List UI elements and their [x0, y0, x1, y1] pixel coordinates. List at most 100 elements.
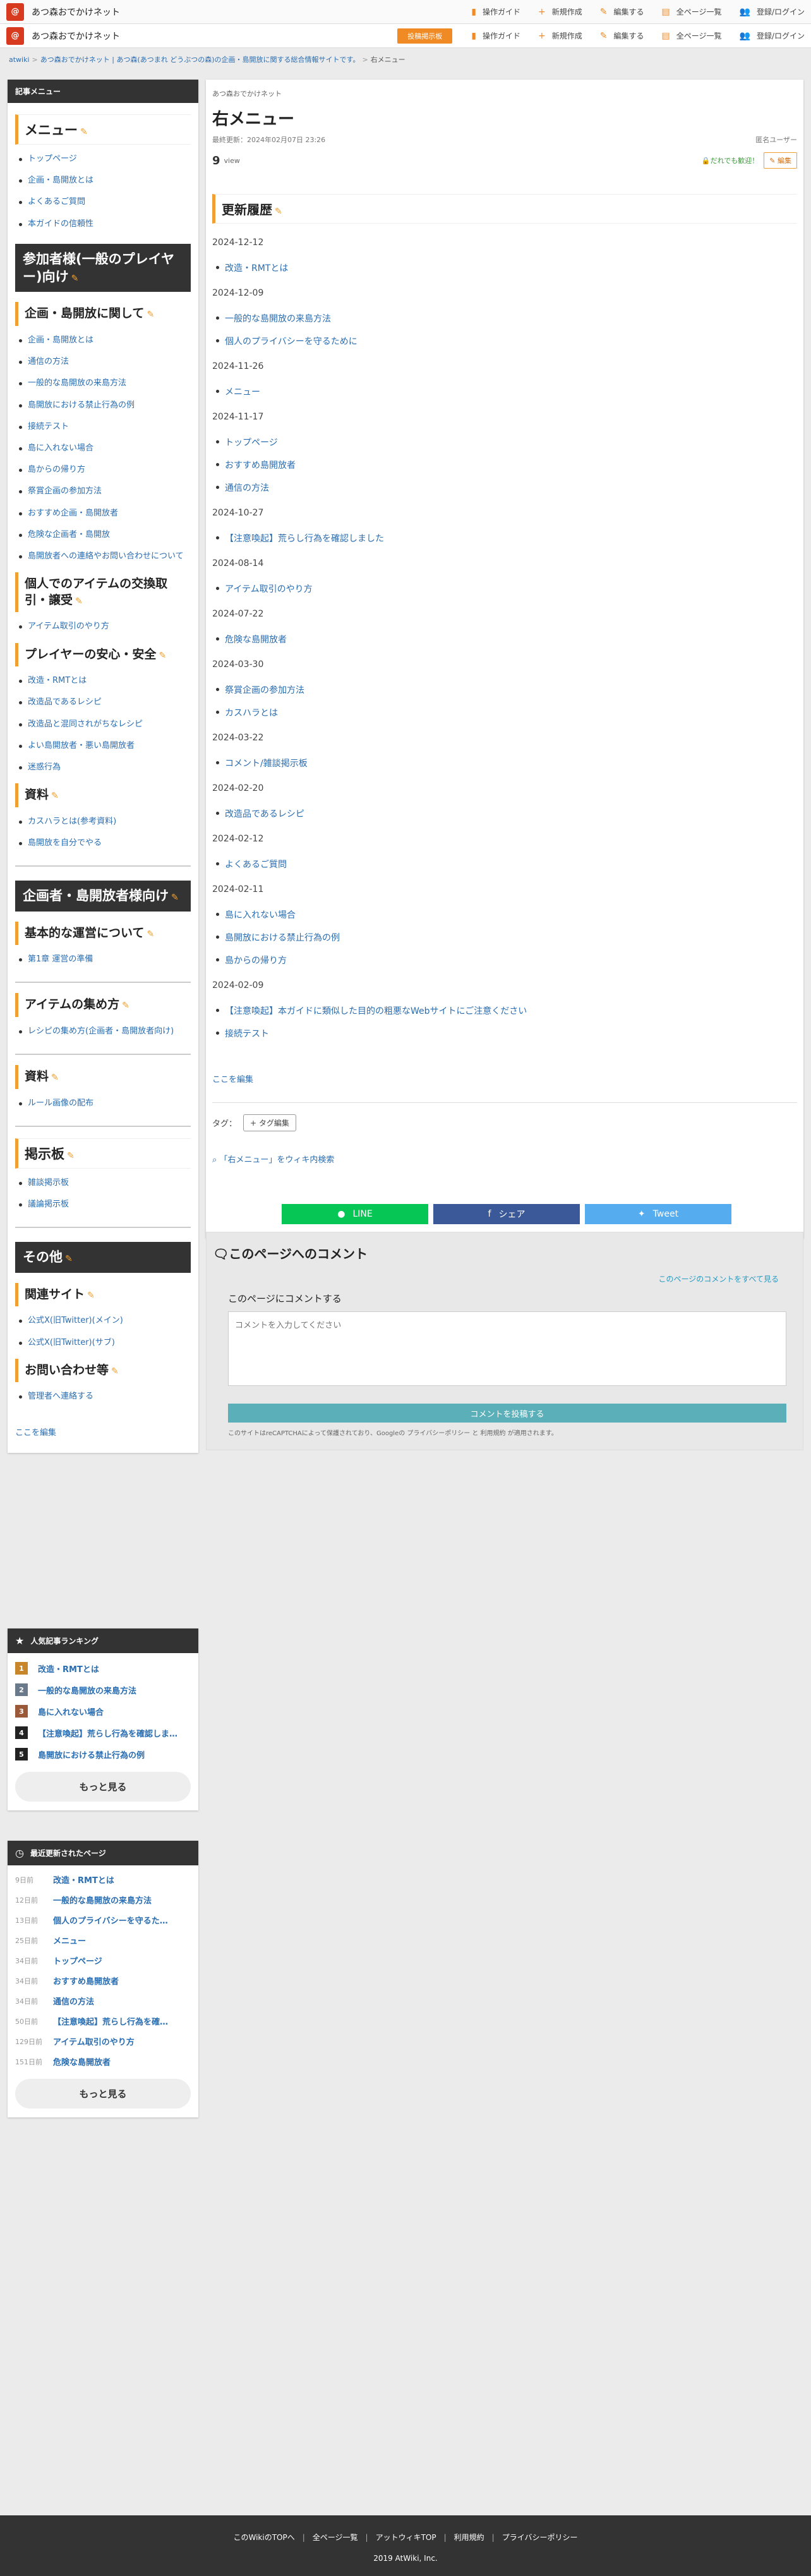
header-nav-item[interactable]: ▤ 全ページ一覧	[662, 6, 722, 17]
menu-link[interactable]: 接続テスト	[19, 421, 191, 433]
history-link[interactable]: 通信の方法	[216, 481, 797, 494]
history-link[interactable]: 個人のプライバシーを守るために	[216, 335, 797, 347]
ranking-more-button[interactable]: もっと見る	[15, 1772, 191, 1802]
breadcrumb-item[interactable]: あつ森おでかけネット | あつ森(あつまれ どうぶつの森)の企画・島開放に関する…	[40, 56, 360, 64]
recent-item[interactable]: 129日前 アイテム取引のやり方	[15, 2035, 191, 2047]
menu-link[interactable]: 一般的な島開放の来島方法	[19, 378, 191, 389]
menu-link[interactable]: 改造品と混同されがちなレシピ	[19, 719, 191, 730]
menu-link[interactable]: 公式X(旧Twitter)(サブ)	[19, 1337, 191, 1349]
ranking-item[interactable]: 4 【注意喚起】荒らし行為を確認しま…	[15, 1726, 191, 1739]
history-link[interactable]: 祭賞企画の参加方法	[216, 683, 797, 696]
recent-item[interactable]: 34日前 トップページ	[15, 1954, 191, 1966]
atwiki-logo[interactable]: @	[6, 27, 24, 45]
ranking-item[interactable]: 2 一般的な島開放の来島方法	[15, 1683, 191, 1696]
menu-link[interactable]: 島開放における禁止行為の例	[19, 400, 191, 411]
menu-link[interactable]: おすすめ企画・島開放者	[19, 508, 191, 519]
menu-link[interactable]: 公式X(旧Twitter)(メイン)	[19, 1315, 191, 1327]
header-nav-item[interactable]: ▮ 操作ガイド	[471, 30, 520, 41]
pencil-icon[interactable]: ✎	[159, 651, 166, 661]
menu-link[interactable]: 企画・島開放とは	[19, 175, 191, 186]
menu-link[interactable]: 議論掲示板	[19, 1199, 191, 1210]
history-link[interactable]: 島開放における禁止行為の例	[216, 931, 797, 944]
comment-submit-button[interactable]: コメントを投稿する	[228, 1404, 786, 1423]
pencil-icon[interactable]: ✎	[171, 893, 179, 903]
pencil-icon[interactable]: ✎	[111, 1366, 119, 1376]
history-link[interactable]: 【注意喚起】本ガイドに類似した目的の粗悪なWebサイトにご注意ください	[216, 1004, 797, 1017]
recent-item[interactable]: 9日前 改造・RMTとは	[15, 1874, 191, 1886]
pencil-icon[interactable]: ✎	[122, 1001, 129, 1011]
menu-link[interactable]: 通信の方法	[19, 356, 191, 368]
share-button-2[interactable]: ✦ Tweet	[585, 1204, 731, 1224]
recent-item[interactable]: 151日前 危険な島開放者	[15, 2055, 191, 2067]
menu-link[interactable]: トップページ	[19, 153, 191, 165]
header-nav-item[interactable]: ▮ 操作ガイド	[471, 6, 520, 17]
breadcrumb-item[interactable]: atwiki	[9, 56, 30, 64]
all-comments-link[interactable]: このページのコメントをすべて見る	[213, 1273, 779, 1284]
menu-link[interactable]: レシピの集め方(企画者・島開放者向け)	[19, 1026, 191, 1037]
menu-link[interactable]: 改造・RMTとは	[19, 675, 191, 687]
edit-this-link[interactable]: ここを編集	[212, 1073, 797, 1085]
atwiki-logo[interactable]: @	[6, 3, 24, 21]
history-link[interactable]: 一般的な島開放の来島方法	[216, 312, 797, 325]
header-nav-item[interactable]: 👥 登録/ログイン	[740, 30, 805, 41]
history-link[interactable]: トップページ	[216, 436, 797, 448]
history-link[interactable]: メニュー	[216, 385, 797, 398]
pencil-icon[interactable]: ✎	[275, 207, 282, 217]
pencil-icon[interactable]: ✎	[51, 1073, 59, 1083]
history-link[interactable]: アイテム取引のやり方	[216, 582, 797, 595]
pencil-icon[interactable]: ✎	[87, 1291, 95, 1301]
pencil-icon[interactable]: ✎	[71, 274, 79, 284]
ranking-item[interactable]: 5 島開放における禁止行為の例	[15, 1748, 191, 1760]
share-button-0[interactable]: ● LINE	[282, 1204, 428, 1224]
history-link[interactable]: おすすめ島開放者	[216, 459, 797, 471]
history-link[interactable]: 島に入れない場合	[216, 908, 797, 921]
recent-item[interactable]: 12日前 一般的な島開放の来島方法	[15, 1894, 191, 1906]
menu-link[interactable]: 企画・島開放とは	[19, 335, 191, 346]
header-nav-item[interactable]: ✎ 編集する	[600, 6, 644, 17]
footer-link[interactable]: 全ページ一覧	[313, 2533, 358, 2542]
recent-item[interactable]: 50日前 【注意喚起】荒らし行為を確…	[15, 2015, 191, 2027]
menu-link[interactable]: アイテム取引のやり方	[19, 621, 191, 632]
history-link[interactable]: 改造品であるレシピ	[216, 807, 797, 820]
ranking-item[interactable]: 1 改造・RMTとは	[15, 1662, 191, 1675]
header-nav-item[interactable]: ✎ 編集する	[600, 30, 644, 41]
site-title[interactable]: あつ森おでかけネット	[32, 6, 120, 18]
menu-link[interactable]: カスハラとは(参考資料)	[19, 816, 191, 828]
pencil-icon[interactable]: ✎	[65, 1254, 73, 1264]
menu-edit-link[interactable]: ここを編集	[15, 1426, 191, 1438]
ranking-item[interactable]: 3 島に入れない場合	[15, 1705, 191, 1718]
menu-link[interactable]: よい島開放者・悪い島開放者	[19, 740, 191, 752]
pencil-icon[interactable]: ✎	[67, 1151, 75, 1161]
history-link[interactable]: よくあるご質問	[216, 858, 797, 870]
menu-link[interactable]: 改造品であるレシピ	[19, 697, 191, 708]
recent-item[interactable]: 13日前 個人のプライバシーを守るた…	[15, 1914, 191, 1926]
menu-link[interactable]: 島からの帰り方	[19, 464, 191, 476]
menu-link[interactable]: 本ガイドの信頼性	[19, 219, 191, 230]
header-nav-item[interactable]: + 新規作成	[538, 6, 582, 17]
menu-link[interactable]: 島に入れない場合	[19, 443, 191, 454]
recent-item[interactable]: 25日前 メニュー	[15, 1934, 191, 1946]
menu-link[interactable]: ルール画像の配布	[19, 1098, 191, 1109]
menu-link[interactable]: 祭賞企画の参加方法	[19, 486, 191, 497]
history-link[interactable]: カスハラとは	[216, 706, 797, 719]
share-button-1[interactable]: f シェア	[433, 1204, 580, 1224]
pencil-icon[interactable]: ✎	[80, 127, 88, 137]
menu-link[interactable]: 島開放を自分でやる	[19, 838, 191, 849]
header-nav-item[interactable]: 👥 登録/ログイン	[740, 6, 805, 17]
pencil-icon[interactable]: ✎	[147, 310, 154, 320]
menu-link[interactable]: 迷惑行為	[19, 762, 191, 773]
comment-input[interactable]	[228, 1311, 786, 1386]
footer-link[interactable]: このWikiのTOPへ	[234, 2533, 295, 2542]
recent-item[interactable]: 34日前 おすすめ島開放者	[15, 1975, 191, 1987]
wiki-search-link[interactable]: ⌕ 「右メニュー」をウィキ内検索	[212, 1153, 797, 1165]
footer-link[interactable]: アットウィキTOP	[376, 2533, 436, 2542]
menu-link[interactable]: よくあるご質問	[19, 196, 191, 208]
pencil-icon[interactable]: ✎	[147, 929, 154, 939]
history-link[interactable]: 島からの帰り方	[216, 954, 797, 966]
recent-item[interactable]: 34日前 通信の方法	[15, 1995, 191, 2007]
menu-link[interactable]: 雑談掲示板	[19, 1177, 191, 1189]
recent-more-button[interactable]: もっと見る	[15, 2079, 191, 2109]
footer-link[interactable]: 利用規約	[454, 2533, 484, 2542]
history-link[interactable]: 危険な島開放者	[216, 633, 797, 646]
menu-link[interactable]: 危険な企画者・島開放	[19, 529, 191, 541]
